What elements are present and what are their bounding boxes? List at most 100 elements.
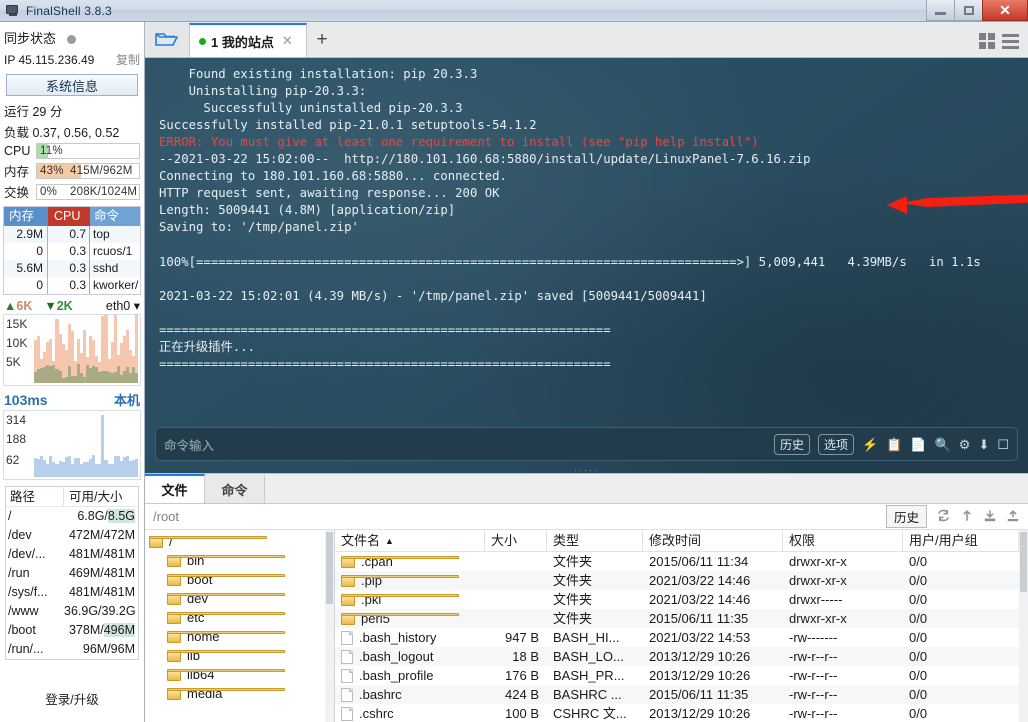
file-list-scrollbar[interactable] bbox=[1019, 530, 1028, 722]
process-row[interactable]: 2.9M 0.7 top bbox=[4, 226, 140, 243]
disk-col-size: 可用/大小 bbox=[69, 490, 123, 504]
folder-icon bbox=[149, 535, 267, 548]
tree-item-lib[interactable]: lib bbox=[145, 646, 334, 665]
command-input-placeholder: 命令输入 bbox=[164, 438, 215, 453]
tab-commands[interactable]: 命令 bbox=[205, 474, 265, 503]
gear-icon[interactable]: ⚙ bbox=[959, 438, 971, 451]
maximize-button[interactable] bbox=[954, 0, 983, 21]
cell-type: BASH_PR... bbox=[553, 668, 625, 683]
connection-status-dot bbox=[199, 37, 206, 45]
process-row[interactable]: 0 0.3 rcuos/1 bbox=[4, 243, 140, 260]
tree-item-dev[interactable]: dev bbox=[145, 589, 334, 608]
cell-mtime: 2015/06/11 11:34 bbox=[649, 554, 749, 569]
download-file-icon[interactable] bbox=[983, 508, 997, 526]
disk-row[interactable]: /run/... 96M/96M bbox=[6, 640, 138, 659]
file-icon bbox=[341, 630, 353, 645]
command-input-bar[interactable]: 命令输入 历史 选项 ⚡ 📋 📄 🔍 ⚙ ⬇ ☐ bbox=[155, 427, 1018, 461]
cell-owner: 0/0 bbox=[909, 592, 928, 607]
tree-item-lib64[interactable]: lib64 bbox=[145, 665, 334, 684]
tree-item-boot[interactable]: boot bbox=[145, 570, 334, 589]
copy-icon[interactable]: 📋 bbox=[886, 438, 902, 451]
right-column: 1 我的站点 ✕ + Found existing installation: … bbox=[145, 22, 1028, 722]
upload-arrow-icon[interactable] bbox=[960, 508, 974, 526]
column-permissions[interactable]: 权限 bbox=[783, 530, 903, 552]
file-icon bbox=[341, 687, 353, 702]
network-interface-select[interactable]: eth0 ▾ bbox=[106, 298, 140, 313]
process-row[interactable]: 5.6M 0.3 sshd bbox=[4, 260, 140, 277]
list-view-icon[interactable] bbox=[1002, 33, 1019, 49]
terminal-resize-grip[interactable]: ····· bbox=[145, 465, 1028, 473]
disk-row[interactable]: /run 469M/481M bbox=[6, 564, 138, 583]
tab-my-site[interactable]: 1 我的站点 ✕ bbox=[189, 23, 307, 57]
table-row[interactable]: .cpan 文件夹 2015/06/11 11:34 drwxr-xr-x 0/0 bbox=[335, 552, 1019, 571]
tree-item-media[interactable]: media bbox=[145, 684, 334, 703]
table-row[interactable]: .cshrc 100 B CSHRC 文... 2013/12/29 10:26 -rw… bbox=[335, 704, 1019, 722]
column-size[interactable]: 大小 bbox=[485, 530, 547, 552]
upload-file-icon[interactable] bbox=[1006, 508, 1020, 526]
bolt-icon[interactable]: ⚡ bbox=[862, 438, 878, 451]
tree-item-etc[interactable]: etc bbox=[145, 608, 334, 627]
process-col-cmd[interactable]: 命令 bbox=[90, 207, 140, 226]
process-col-cpu[interactable]: CPU bbox=[48, 207, 90, 226]
table-row[interactable]: .bash_history 947 B BASH_HI... 2021/03/22 1… bbox=[335, 628, 1019, 647]
open-folder-icon[interactable] bbox=[145, 23, 189, 57]
download-icon[interactable]: ⬇ bbox=[978, 438, 989, 451]
grid-view-icon[interactable] bbox=[979, 33, 995, 49]
cell-size: 947 B bbox=[505, 630, 539, 645]
table-row[interactable]: .bash_profile 176 B BASH_PR... 2013/12/29 1… bbox=[335, 666, 1019, 685]
process-table-body: 2.9M 0.7 top 0 0.3 rcuos/1 5.6M 0.3 sshd 0 0.3 kwor… bbox=[4, 226, 140, 294]
filename-label: .pki bbox=[361, 592, 382, 607]
new-tab-button[interactable]: + bbox=[307, 23, 337, 57]
meter-percent: 11% bbox=[40, 145, 63, 157]
disk-row[interactable]: /www 36.9G/39.2G bbox=[6, 602, 138, 621]
tree-item-home[interactable]: home bbox=[145, 627, 334, 646]
minimize-button[interactable] bbox=[926, 0, 955, 21]
refresh-icon[interactable] bbox=[936, 508, 951, 526]
tab-close-icon[interactable]: ✕ bbox=[282, 33, 293, 49]
cell-size bbox=[485, 552, 547, 571]
cell-type: BASH_LO... bbox=[553, 649, 624, 664]
table-row[interactable]: .bashrc 424 B BASHRC ... 2015/06/11 11:35 -r… bbox=[335, 685, 1019, 704]
terminal-options-button[interactable]: 选项 bbox=[818, 433, 855, 455]
paste-icon[interactable]: 📄 bbox=[910, 438, 926, 451]
disk-row[interactable]: /dev 472M/472M bbox=[6, 526, 138, 545]
terminal-history-button[interactable]: 历史 bbox=[774, 433, 811, 455]
tree-item-bin[interactable]: bin bbox=[145, 551, 334, 570]
login-upgrade-link[interactable]: 登录/升级 bbox=[0, 679, 144, 722]
meter-bar: 0% 208K/1024M bbox=[36, 183, 140, 200]
disk-row[interactable]: /boot 378M/496M bbox=[6, 621, 138, 640]
copy-ip-button[interactable]: 复制 bbox=[116, 51, 140, 68]
disk-row[interactable]: /dev/... 481M/481M bbox=[6, 545, 138, 564]
column-type[interactable]: 类型 bbox=[547, 530, 643, 552]
table-row[interactable]: .bash_logout 18 B BASH_LO... 2013/12/29 10:… bbox=[335, 647, 1019, 666]
tree-item-[interactable]: / bbox=[145, 532, 334, 551]
column-filename[interactable]: 文件名 ▲ bbox=[335, 530, 485, 552]
table-row[interactable]: .pki 文件夹 2021/03/22 14:46 drwxr----- 0/0 bbox=[335, 590, 1019, 609]
directory-tree[interactable]: / bin boot dev etc home lib lib64 media bbox=[145, 530, 335, 722]
tab-files[interactable]: 文件 bbox=[145, 474, 205, 503]
terminal-line: 2021-03-22 15:02:01 (4.39 MB/s) - '/tmp/… bbox=[159, 288, 707, 303]
disk-row[interactable]: /sys/f... 481M/481M bbox=[6, 583, 138, 602]
tree-scrollbar[interactable] bbox=[325, 530, 334, 722]
search-icon[interactable]: 🔍 bbox=[935, 438, 951, 451]
meter-text: 11% bbox=[37, 144, 139, 158]
close-button[interactable]: ✕ bbox=[982, 0, 1028, 21]
meter-bar: 11% bbox=[36, 143, 140, 159]
table-row[interactable]: perl5 文件夹 2015/06/11 11:35 drwxr-xr-x 0/0 bbox=[335, 609, 1019, 628]
path-bar[interactable]: /root 历史 bbox=[145, 504, 1028, 530]
column-owner[interactable]: 用户/用户组 bbox=[903, 530, 1019, 552]
file-history-button[interactable]: 历史 bbox=[885, 505, 927, 528]
terminal-panel[interactable]: Found existing installation: pip 20.3.3 … bbox=[145, 58, 1028, 473]
cell-type: BASH_HI... bbox=[553, 630, 620, 645]
process-col-mem[interactable]: 内存 bbox=[4, 207, 48, 226]
system-info-button[interactable]: 系统信息 bbox=[6, 74, 138, 96]
load-average-text: 负载 0.37, 0.56, 0.52 bbox=[4, 126, 120, 140]
net-upload-value: 6K bbox=[16, 298, 33, 313]
table-row[interactable]: .pip 文件夹 2021/03/22 14:46 drwxr-xr-x 0/0 bbox=[335, 571, 1019, 590]
cell-filename: .bash_profile bbox=[335, 666, 485, 685]
process-row[interactable]: 0 0.3 kworker/ bbox=[4, 277, 140, 294]
ping-row: 103ms 本机 bbox=[0, 386, 144, 409]
window-icon[interactable]: ☐ bbox=[997, 438, 1009, 451]
disk-row[interactable]: / 6.8G/8.5G bbox=[6, 507, 138, 526]
column-mtime[interactable]: 修改时间 bbox=[643, 530, 783, 552]
